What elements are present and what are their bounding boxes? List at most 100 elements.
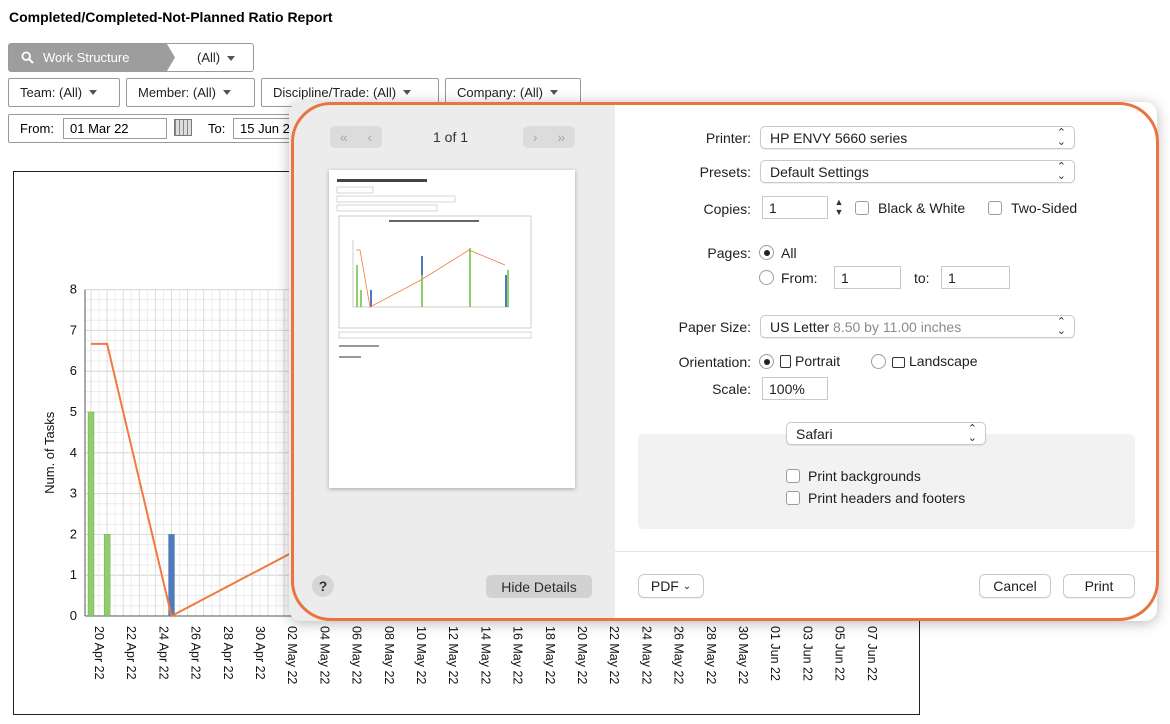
print-headers-checkbox[interactable]	[786, 491, 800, 505]
bar	[103, 534, 111, 617]
footer-divider	[615, 551, 1157, 552]
landscape-radio[interactable]	[871, 354, 886, 369]
page-thumbnail	[329, 170, 575, 488]
app-section-select[interactable]: Safari ⌃ ⌄	[786, 422, 986, 445]
x-tick-label: 28 Apr 22	[221, 626, 235, 680]
pages-range-radio[interactable]	[759, 270, 774, 285]
x-tick-label: 26 May 22	[672, 626, 686, 684]
hide-details-button[interactable]: Hide Details	[486, 575, 592, 598]
scale-input[interactable]: 100%	[762, 377, 828, 400]
chevron-updown-icon: ⌃ ⌄	[967, 423, 977, 444]
paper-size-label: Paper Size:	[678, 319, 751, 335]
copies-input[interactable]: 1	[762, 196, 828, 219]
caret-down-icon	[89, 90, 98, 95]
report-title: Completed/Completed-Not-Planned Ratio Re…	[9, 9, 333, 25]
help-button[interactable]: ?	[312, 575, 334, 597]
preview-pane: « ‹ 1 of 1 › » ? Hide Details	[289, 102, 615, 621]
y-tick-label: 1	[70, 567, 77, 582]
x-tick-label: 16 May 22	[511, 626, 525, 684]
black-white-label: Black & White	[878, 200, 966, 216]
print-backgrounds-label: Print backgrounds	[808, 468, 921, 484]
portrait-radio[interactable]	[759, 354, 774, 369]
x-tick-label: 30 May 22	[736, 626, 750, 684]
chevron-updown-icon: ⌃ ⌄	[1056, 161, 1066, 182]
x-tick-label: 20 May 22	[575, 626, 589, 684]
presets-select[interactable]: Default Settings ⌃ ⌄	[760, 160, 1075, 183]
x-tick-label: 10 May 22	[414, 626, 428, 684]
pdf-menu-button[interactable]: PDF ⌄	[638, 574, 704, 598]
portrait-icon	[780, 355, 791, 368]
x-tick-label: 01 Jun 22	[768, 626, 782, 681]
x-tick-label: 20 Apr 22	[92, 626, 106, 680]
y-tick-label: 4	[70, 445, 77, 460]
x-tick-label: 07 Jun 22	[865, 626, 879, 681]
landscape-icon	[892, 357, 905, 368]
copies-stepper[interactable]: ▲ ▼	[833, 197, 845, 219]
y-tick-label: 8	[70, 282, 77, 297]
pages-to-input[interactable]: 1	[941, 266, 1010, 289]
date-range: From: 01 Mar 22 To: 15 Jun 2	[8, 114, 303, 143]
copies-label: Copies:	[703, 201, 751, 217]
y-tick-label: 7	[70, 322, 77, 337]
caret-down-icon	[403, 90, 412, 95]
black-white-checkbox[interactable]	[855, 201, 869, 215]
from-label: From:	[20, 121, 54, 136]
presets-label: Presets:	[699, 164, 751, 180]
next-page-icon[interactable]: ›	[533, 129, 538, 145]
first-page-icon[interactable]: «	[340, 129, 348, 145]
print-dialog: « ‹ 1 of 1 › » ? Hide Details Printer: H…	[289, 102, 1157, 621]
x-tick-label: 24 Apr 22	[156, 626, 170, 680]
x-tick-label: 30 Apr 22	[253, 626, 267, 680]
pages-all-radio[interactable]	[759, 245, 774, 260]
y-tick-label: 2	[70, 526, 77, 541]
orientation-label: Orientation:	[678, 354, 751, 370]
page-indicator: 1 of 1	[433, 129, 469, 145]
x-tick-label: 08 May 22	[382, 626, 396, 684]
y-axis-label: Num. of Tasks	[42, 411, 57, 494]
pages-from-input[interactable]: 1	[834, 266, 901, 289]
pages-label: Pages:	[707, 245, 751, 261]
work-structure-filter[interactable]: Work Structure (All)	[8, 43, 254, 72]
caret-down-icon	[223, 90, 232, 95]
x-tick-label: 12 May 22	[446, 626, 460, 684]
print-button[interactable]: Print	[1063, 574, 1135, 598]
y-tick-label: 5	[70, 404, 77, 419]
x-tick-label: 06 May 22	[350, 626, 364, 684]
x-tick-label: 02 May 22	[285, 626, 299, 684]
pages-from-label: From:	[781, 270, 818, 286]
x-tick-label: 22 May 22	[607, 626, 621, 684]
prev-page-icon[interactable]: ‹	[367, 129, 372, 145]
nav-back-group: « ‹	[330, 126, 382, 148]
chevron-updown-icon: ⌃ ⌄	[1056, 316, 1066, 337]
y-tick-label: 3	[70, 486, 77, 501]
chevron-down-icon: ⌄	[682, 580, 692, 592]
two-sided-checkbox[interactable]	[988, 201, 1002, 215]
member-filter[interactable]: Member: (All)	[126, 78, 255, 107]
team-filter[interactable]: Team: (All)	[8, 78, 120, 107]
thumbnail-preview	[336, 179, 532, 358]
search-icon	[21, 51, 34, 64]
x-tick-label: 18 May 22	[543, 626, 557, 684]
cancel-button[interactable]: Cancel	[979, 574, 1051, 598]
x-tick-label: 05 Jun 22	[833, 626, 847, 681]
landscape-option: Landscape	[892, 353, 978, 369]
work-structure-button[interactable]: Work Structure	[9, 44, 175, 71]
caret-down-icon	[549, 90, 558, 95]
to-label: To:	[208, 121, 226, 136]
two-sided-label: Two-Sided	[1011, 200, 1078, 216]
portrait-option: Portrait	[780, 353, 840, 369]
caret-down-icon	[227, 56, 236, 62]
print-headers-label: Print headers and footers	[808, 490, 966, 506]
work-structure-value[interactable]: (All)	[197, 50, 236, 65]
x-tick-label: 04 May 22	[317, 626, 331, 684]
calendar-icon[interactable]	[174, 119, 192, 136]
from-date-input[interactable]: 01 Mar 22	[63, 118, 167, 139]
print-backgrounds-checkbox[interactable]	[786, 469, 800, 483]
x-tick-label: 14 May 22	[478, 626, 492, 684]
printer-label: Printer:	[705, 130, 751, 146]
x-tick-label: 26 Apr 22	[189, 626, 203, 680]
printer-select[interactable]: HP ENVY 5660 series ⌃ ⌄	[760, 126, 1075, 149]
paper-size-select[interactable]: US Letter 8.50 by 11.00 inches ⌃ ⌄	[760, 315, 1075, 338]
x-tick-label: 22 Apr 22	[124, 626, 138, 680]
last-page-icon[interactable]: »	[557, 129, 565, 145]
